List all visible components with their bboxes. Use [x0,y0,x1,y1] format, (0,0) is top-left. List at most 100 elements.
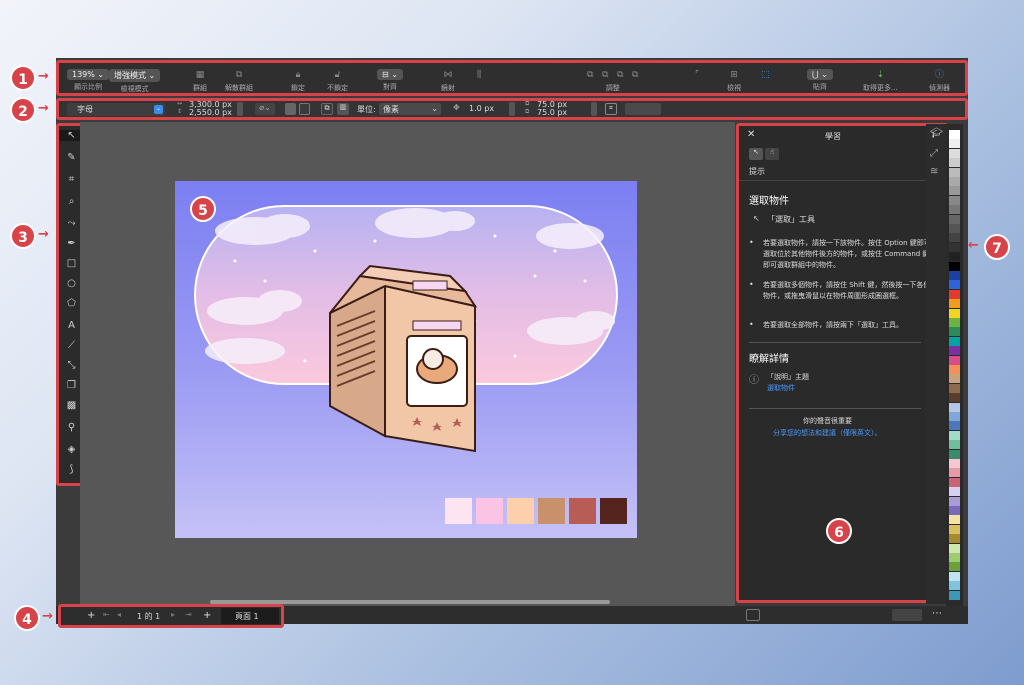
more-icon[interactable]: ⋯ [932,608,942,619]
palette-swatch[interactable] [949,195,960,205]
ungroup-button[interactable]: ⧉ 解散群組 [225,69,253,93]
palette-swatch[interactable] [949,581,960,591]
palette-swatch[interactable] [949,543,960,553]
palette-swatch[interactable] [949,590,960,600]
snap-button[interactable]: ⋃ ⌄ 貼齊 [807,69,833,92]
palette-swatch[interactable] [949,562,960,572]
palette-swatch[interactable] [949,515,960,525]
dup-y-field[interactable]: 75.0 px [537,108,567,117]
palette-swatch[interactable] [949,553,960,562]
palette-swatch[interactable] [949,289,960,299]
palette-swatch[interactable] [949,487,960,497]
palette-swatch[interactable] [949,271,960,280]
learn-tab-icon[interactable]: 🎓︎ [930,128,943,139]
palette-swatch[interactable] [949,449,960,459]
extra-toggle[interactable] [625,103,661,115]
palette-swatch[interactable] [949,430,960,440]
help-link[interactable]: 選取物件 [767,383,795,393]
palette-swatch[interactable] [949,534,960,544]
bleed-icon[interactable]: ⌗ [605,103,617,115]
view-toggle[interactable] [892,609,922,621]
corner-button[interactable]: ⌜ [695,69,699,83]
palette-swatch[interactable] [949,393,960,403]
palette-swatch[interactable] [949,308,960,318]
page-tab[interactable]: 頁面 1 [221,608,279,624]
palette-swatch[interactable] [949,571,960,581]
lock-button[interactable]: 🔒︎ 鎖定 [291,69,305,93]
nudge-field[interactable]: 1.0 px [469,104,494,113]
palette-swatch[interactable] [949,336,960,346]
dup-stepper[interactable] [591,102,597,116]
palette-swatch[interactable] [949,167,960,177]
palette-swatch[interactable] [949,346,960,356]
distribute-button[interactable]: ⫼ [477,69,481,83]
pointer-hint-icon[interactable]: ↖ [749,148,763,160]
unlock-button[interactable]: 🔓︎ 不鎖定 [327,69,348,93]
palette-swatch[interactable] [949,524,960,534]
group-button[interactable]: ▦ 群組 [193,69,207,93]
first-page-icon[interactable]: ⇤ [103,610,110,619]
get-more-button[interactable]: ⇣ 取得更多... [863,69,898,93]
palette-swatch[interactable] [949,496,960,506]
feedback-link[interactable]: 分享您的想法和建議（僅限英文）。 [773,428,882,438]
palette-swatch[interactable] [949,374,960,384]
align-button[interactable]: ⊟ ⌄ 對齊 [377,69,403,92]
unit-select[interactable]: 像素 ⌄ [379,103,441,115]
palette-swatch[interactable] [949,214,960,224]
artboard[interactable] [175,181,637,538]
palette-swatch[interactable] [949,299,960,309]
last-page-icon[interactable]: ⇥ [185,610,192,619]
add-page-before-button[interactable]: + [87,610,95,621]
palette-swatch[interactable] [949,233,960,243]
palette-swatch[interactable] [949,280,960,290]
next-page-icon[interactable]: ▸ [171,610,175,619]
hand-hint-icon[interactable]: ☝ [765,148,779,160]
palette-swatch[interactable] [949,506,960,515]
mirror-button[interactable]: ⋈ 鏡射 [441,69,455,93]
palette-swatch[interactable] [949,459,960,468]
prev-page-icon[interactable]: ◂ [117,610,121,619]
palette-swatch[interactable] [949,412,960,421]
palette-swatch[interactable] [949,327,960,337]
palette-swatch[interactable] [949,468,960,478]
height-field[interactable]: 2,550.0 px [189,108,232,117]
palette-swatch[interactable] [949,205,960,215]
palette-swatch[interactable] [949,440,960,450]
add-page-after-button[interactable]: + [203,610,211,621]
palette-swatch[interactable] [949,383,960,393]
close-icon[interactable]: ✕ [747,129,755,140]
object-type-select[interactable]: 字母 ⌄ [67,103,165,116]
nudge-stepper[interactable] [509,102,515,116]
landscape-button[interactable] [299,103,310,115]
palette-swatch[interactable] [949,148,960,158]
palette-swatch[interactable] [949,261,960,271]
palette-swatch[interactable] [949,242,960,252]
palette-swatch[interactable] [949,318,960,327]
palette-swatch[interactable] [949,421,960,431]
palette-swatch[interactable] [949,130,960,139]
layers-tab-icon[interactable]: ≋ [930,166,938,177]
palette-swatch[interactable] [949,158,960,168]
current-page-icon[interactable]: ▥ [337,103,349,115]
palette-swatch[interactable] [949,139,960,149]
size-stepper[interactable] [237,102,243,116]
adjust-button[interactable]: ⧉ ⧉ ⧉ ⧉ 調整 [587,69,638,93]
properties-tab-icon[interactable]: ⤢ [930,148,938,159]
palette-swatch[interactable] [949,186,960,196]
palette-swatch[interactable] [949,402,960,412]
palette-swatch[interactable] [949,252,960,262]
palette-swatch[interactable] [949,355,960,365]
palette-swatch[interactable] [949,224,960,233]
all-pages-icon[interactable]: ⧉ [321,103,333,115]
zoom-control[interactable]: 139% ⌄ 顯示比例 [67,69,110,92]
guides-button[interactable]: ⬚ [761,69,770,83]
page-size-icon[interactable]: ⌀⌄ [255,103,275,115]
palette-swatch[interactable] [949,477,960,487]
view-mode-control[interactable]: 增強模式 ⌄ 檢視模式 [109,69,161,94]
palette-swatch[interactable] [949,177,960,186]
hints-tab[interactable]: 提示 [749,166,765,177]
page-icon[interactable] [746,609,760,621]
inspector-button[interactable]: ⓘ 偵測器 [929,69,950,93]
view-button[interactable]: ⊞ 檢視 [727,69,741,93]
palette-swatch[interactable] [949,365,960,374]
